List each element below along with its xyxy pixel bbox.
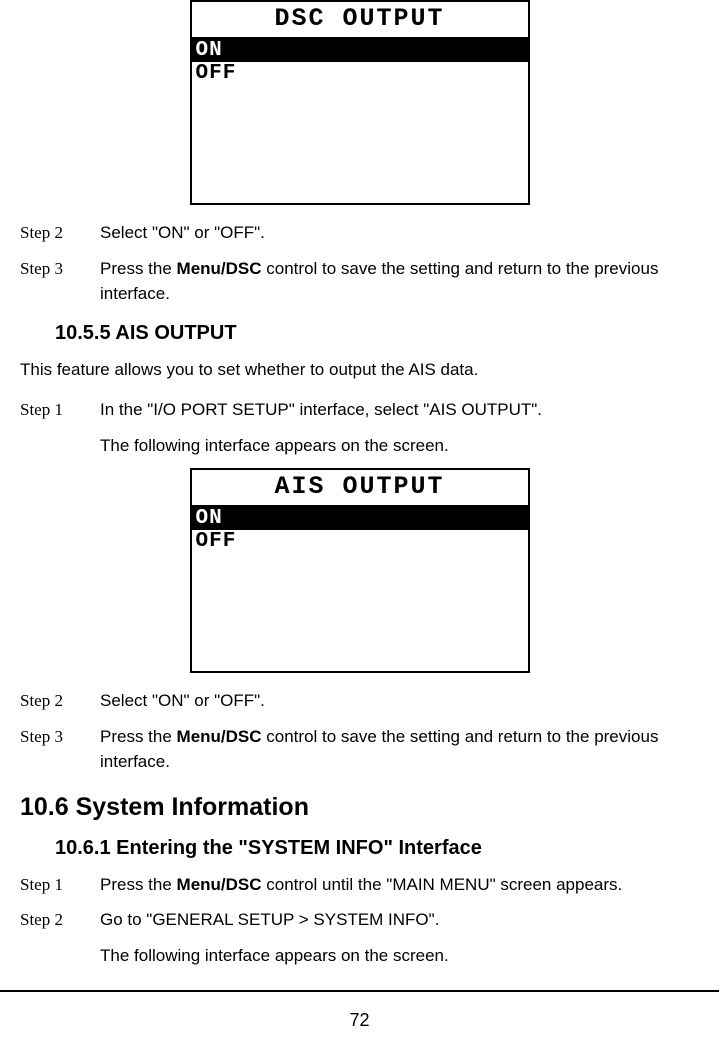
section-heading-1055: 10.5.5 AIS OUTPUT [55, 322, 699, 345]
step-text: Press the Menu/DSC control to save the s… [100, 256, 699, 307]
step-label: Step 2 [20, 688, 100, 714]
step-text: Press the Menu/DSC control to save the s… [100, 724, 699, 775]
option-off: OFF [192, 530, 528, 553]
step-text-line2: The following interface appears on the s… [100, 433, 699, 459]
step-text: In the "I/O PORT SETUP" interface, selec… [100, 397, 699, 423]
option-on: ON [192, 39, 528, 62]
step-text: Go to "GENERAL SETUP > SYSTEM INFO". [100, 907, 699, 933]
text-bold: Menu/DSC [177, 727, 262, 746]
step-text-line2: The following interface appears on the s… [100, 943, 699, 969]
text-prefix: Press the [100, 875, 177, 894]
step-text: Select "ON" or "OFF". [100, 688, 699, 714]
step-text: Press the Menu/DSC control until the "MA… [100, 872, 699, 898]
step-row: Step 3 Press the Menu/DSC control to sav… [20, 724, 699, 775]
step-label: Step 2 [20, 220, 100, 246]
text-suffix: control until the "MAIN MENU" screen app… [262, 875, 623, 894]
text-bold: Menu/DSC [177, 875, 262, 894]
step-label: Step 1 [20, 397, 100, 423]
text-bold: Menu/DSC [177, 259, 262, 278]
lcd-body: ON OFF [192, 507, 528, 671]
page-footer: 72 [0, 990, 719, 1031]
step-row: Step 3 Press the Menu/DSC control to sav… [20, 256, 699, 307]
step-row: Step 1 Press the Menu/DSC control until … [20, 872, 699, 898]
step-row: Step 1 In the "I/O PORT SETUP" interface… [20, 397, 699, 423]
step-label: Step 2 [20, 907, 100, 933]
step-row: Step 2 Select "ON" or "OFF". [20, 220, 699, 246]
step-row: Step 2 Go to "GENERAL SETUP > SYSTEM INF… [20, 907, 699, 933]
lcd-title: DSC OUTPUT [192, 2, 528, 39]
step-label: Step 1 [20, 872, 100, 898]
section-heading-1061: 10.6.1 Entering the "SYSTEM INFO" Interf… [55, 837, 699, 860]
step-row: Step 2 Select "ON" or "OFF". [20, 688, 699, 714]
dsc-output-screen: DSC OUTPUT ON OFF [190, 0, 530, 205]
step-text: Select "ON" or "OFF". [100, 220, 699, 246]
text-prefix: Press the [100, 259, 177, 278]
page-number: 72 [349, 1010, 369, 1030]
option-on: ON [192, 507, 528, 530]
lcd-title: AIS OUTPUT [192, 470, 528, 507]
text-prefix: Press the [100, 727, 177, 746]
main-heading-106: 10.6 System Information [20, 793, 699, 822]
option-off: OFF [192, 62, 528, 85]
step-label: Step 3 [20, 256, 100, 307]
intro-text: This feature allows you to set whether t… [20, 357, 699, 383]
lcd-body: ON OFF [192, 39, 528, 203]
step-label: Step 3 [20, 724, 100, 775]
ais-output-screen: AIS OUTPUT ON OFF [190, 468, 530, 673]
